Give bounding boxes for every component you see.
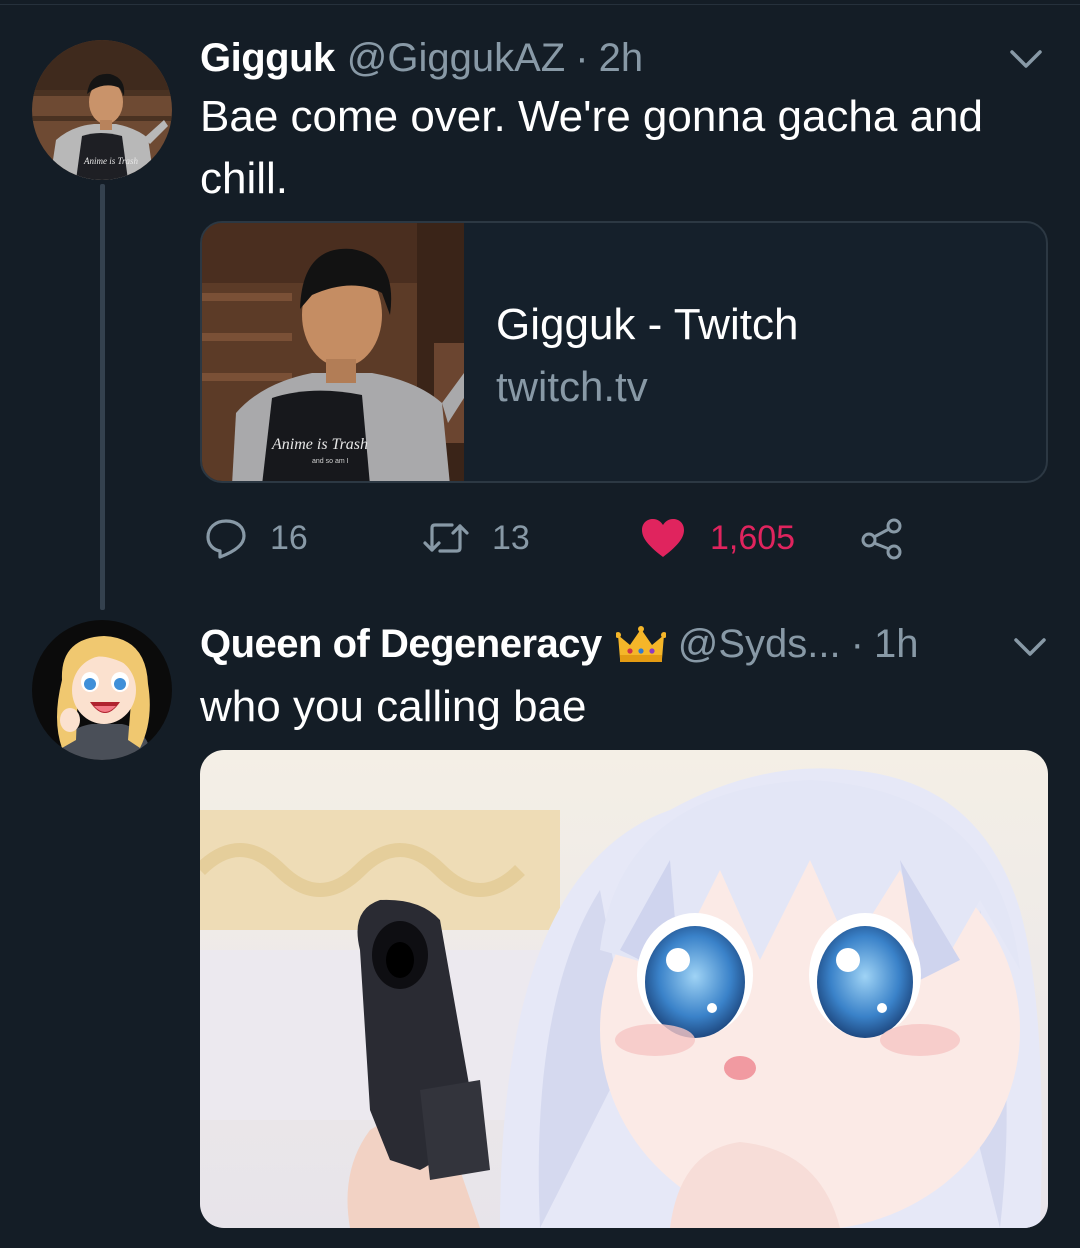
display-name[interactable]: Gigguk [200, 36, 335, 81]
avatar-photo: Anime is Trash [32, 40, 172, 180]
reply-button[interactable]: 16 [204, 510, 308, 566]
tweet-actions: 16 13 1,605 [200, 510, 960, 566]
avatar-gigguk[interactable]: Anime is Trash [32, 40, 172, 180]
share-icon [861, 518, 902, 560]
card-domain: twitch.tv [496, 363, 648, 410]
like-button[interactable]: 1,605 [640, 510, 795, 566]
thread-line [100, 184, 105, 610]
tweet-media-image[interactable] [200, 750, 1048, 1228]
tweet-1-header: Gigguk @GiggukAZ · 2h [200, 36, 643, 81]
separator: · [575, 36, 589, 80]
avatar-illustration [32, 620, 172, 760]
retweet-button[interactable]: 13 [422, 510, 530, 566]
timestamp[interactable]: 2h [599, 36, 644, 81]
heart-icon [642, 519, 684, 557]
user-handle[interactable]: @GiggukAZ [347, 36, 565, 81]
tweet-text: who you calling bae [200, 682, 587, 731]
tweet-text: Bae come over. We're gonna gacha and chi… [200, 92, 983, 203]
chevron-down-icon[interactable] [1006, 44, 1046, 74]
avatar-shirt-text: Anime is Trash [83, 156, 139, 166]
like-count: 1,605 [710, 518, 796, 557]
display-name[interactable]: Queen of Degeneracy [200, 622, 602, 667]
separator: · [850, 622, 864, 666]
chevron-down-icon[interactable] [1010, 632, 1050, 662]
card-body: Gigguk - Twitch twitch.tv [464, 223, 798, 481]
card-shirt-text: Anime is Trash [271, 436, 368, 453]
tweet-2-header: Queen of Degeneracy @Syds... · 1h [200, 622, 918, 667]
reply-count: 16 [270, 518, 308, 557]
timestamp[interactable]: 1h [874, 622, 919, 667]
anime-girl-with-gun-image [200, 750, 1048, 1228]
avatar-queen-of-degeneracy[interactable] [32, 620, 172, 760]
card-shirt-subtext: and so am I [312, 458, 349, 465]
user-handle[interactable]: @Syds... [678, 622, 841, 667]
crown-icon [615, 625, 666, 662]
reply-icon [206, 519, 246, 559]
retweet-count: 13 [492, 518, 530, 557]
link-card[interactable]: Anime is Trash and so am I Gigguk - Twit… [200, 221, 1048, 483]
retweet-icon [423, 523, 469, 553]
share-button[interactable] [860, 510, 904, 566]
top-divider [0, 4, 1080, 5]
card-thumbnail: Anime is Trash and so am I [202, 223, 464, 481]
card-title: Gigguk - Twitch [496, 300, 799, 349]
